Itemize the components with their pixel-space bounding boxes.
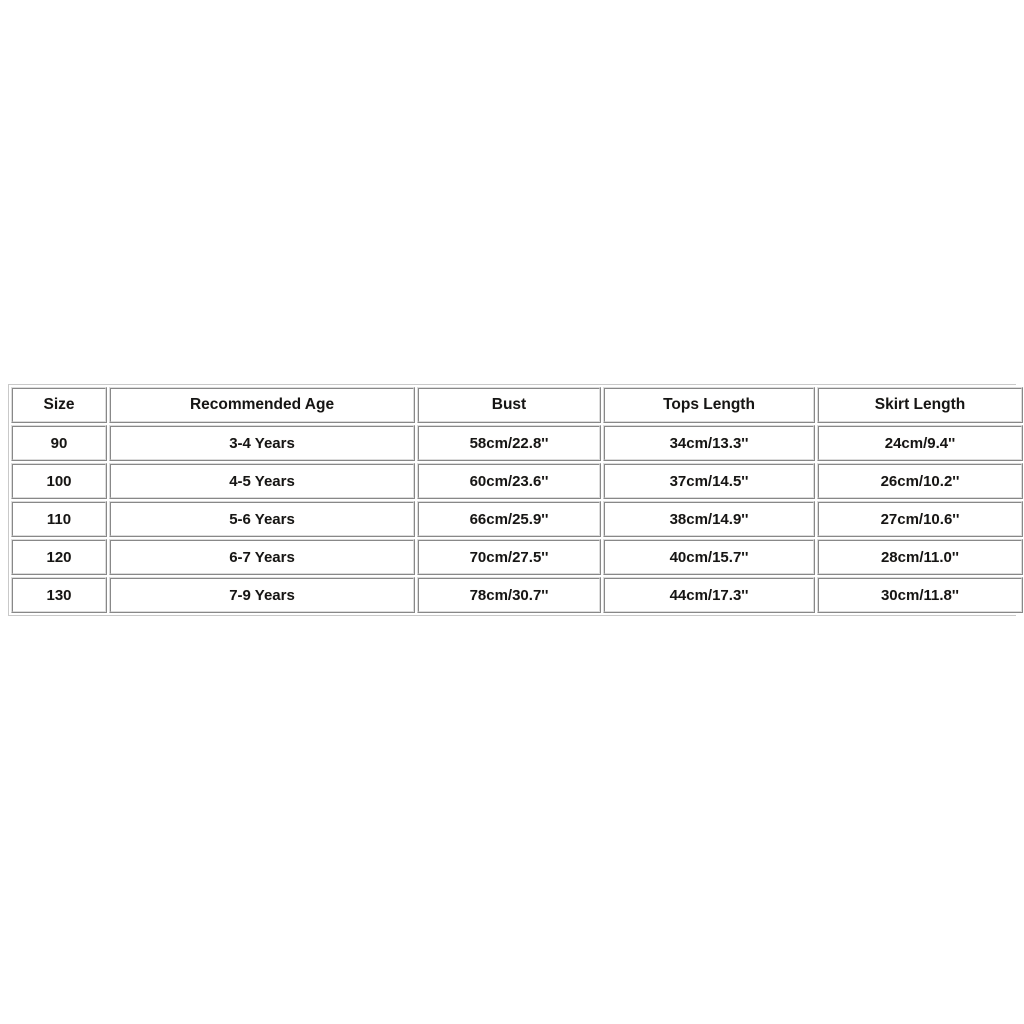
cell-skirt: 27cm/10.6'' xyxy=(817,501,1023,537)
column-header-skirt-length: Skirt Length xyxy=(817,387,1023,423)
cell-tops: 38cm/14.9'' xyxy=(603,501,815,537)
cell-skirt: 26cm/10.2'' xyxy=(817,463,1023,499)
cell-tops: 40cm/15.7'' xyxy=(603,539,815,575)
cell-tops: 37cm/14.5'' xyxy=(603,463,815,499)
cell-bust: 70cm/27.5'' xyxy=(417,539,601,575)
cell-age: 3-4 Years xyxy=(109,425,415,461)
cell-skirt: 28cm/11.0'' xyxy=(817,539,1023,575)
size-chart-container: Size Recommended Age Bust Tops Length Sk… xyxy=(8,384,1024,616)
cell-size: 100 xyxy=(11,463,107,499)
cell-tops: 44cm/17.3'' xyxy=(603,577,815,613)
cell-size: 130 xyxy=(11,577,107,613)
column-header-recommended-age: Recommended Age xyxy=(109,387,415,423)
column-header-bust: Bust xyxy=(417,387,601,423)
size-chart-body: 90 3-4 Years 58cm/22.8'' 34cm/13.3'' 24c… xyxy=(11,425,1023,613)
table-header-row: Size Recommended Age Bust Tops Length Sk… xyxy=(11,387,1023,423)
table-row: 110 5-6 Years 66cm/25.9'' 38cm/14.9'' 27… xyxy=(11,501,1023,537)
cell-age: 7-9 Years xyxy=(109,577,415,613)
size-chart-header: Size Recommended Age Bust Tops Length Sk… xyxy=(11,387,1023,423)
cell-bust: 58cm/22.8'' xyxy=(417,425,601,461)
cell-size: 90 xyxy=(11,425,107,461)
size-chart-table: Size Recommended Age Bust Tops Length Sk… xyxy=(9,385,1024,615)
table-row: 100 4-5 Years 60cm/23.6'' 37cm/14.5'' 26… xyxy=(11,463,1023,499)
cell-age: 4-5 Years xyxy=(109,463,415,499)
column-header-tops-length: Tops Length xyxy=(603,387,815,423)
column-header-size: Size xyxy=(11,387,107,423)
cell-bust: 78cm/30.7'' xyxy=(417,577,601,613)
cell-size: 110 xyxy=(11,501,107,537)
table-row: 130 7-9 Years 78cm/30.7'' 44cm/17.3'' 30… xyxy=(11,577,1023,613)
table-row: 120 6-7 Years 70cm/27.5'' 40cm/15.7'' 28… xyxy=(11,539,1023,575)
cell-skirt: 24cm/9.4'' xyxy=(817,425,1023,461)
cell-bust: 66cm/25.9'' xyxy=(417,501,601,537)
cell-size: 120 xyxy=(11,539,107,575)
cell-age: 6-7 Years xyxy=(109,539,415,575)
table-row: 90 3-4 Years 58cm/22.8'' 34cm/13.3'' 24c… xyxy=(11,425,1023,461)
cell-tops: 34cm/13.3'' xyxy=(603,425,815,461)
cell-age: 5-6 Years xyxy=(109,501,415,537)
cell-bust: 60cm/23.6'' xyxy=(417,463,601,499)
cell-skirt: 30cm/11.8'' xyxy=(817,577,1023,613)
